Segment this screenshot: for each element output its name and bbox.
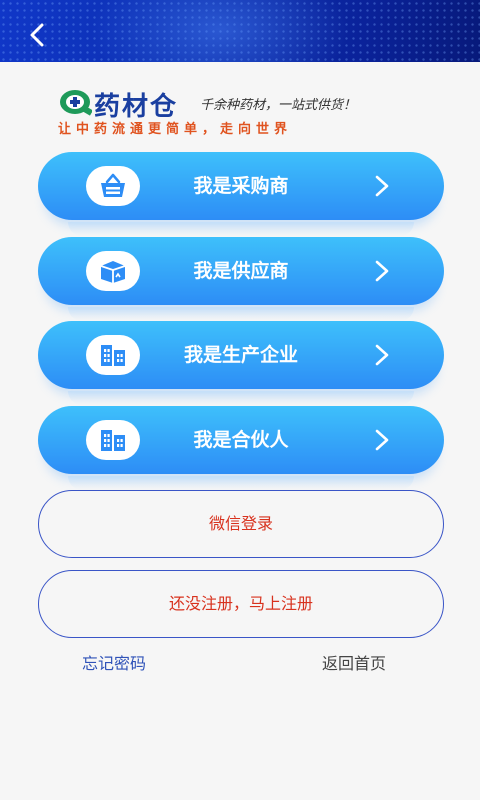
wechat-login-button[interactable]: 微信登录 <box>38 490 444 558</box>
partner-role-button[interactable]: 我是合伙人 <box>38 406 444 490</box>
forgot-password-link[interactable]: 忘记密码 <box>82 650 146 674</box>
manufacturer-role-button[interactable]: 我是生产企业 <box>38 321 444 405</box>
brand-subslogan: 让中药流通更简单，走向世界 <box>58 122 293 137</box>
top-bar <box>0 0 480 62</box>
chevron-right-icon <box>372 343 392 367</box>
buyer-role-button[interactable]: 我是采购商 <box>38 152 444 236</box>
chevron-right-icon <box>372 174 392 198</box>
logo-mark-icon <box>58 88 93 116</box>
back-home-link[interactable]: 返回首页 <box>322 650 386 674</box>
supplier-role-button[interactable]: 我是供应商 <box>38 237 444 321</box>
chevron-right-icon <box>372 259 392 283</box>
header-glow <box>90 0 350 62</box>
chevron-right-icon <box>372 428 392 452</box>
chevron-left-icon <box>30 23 44 47</box>
brand-logo: 药材仓 千余种药材，一站式供货！ 让中药流通更简单，走向世界 <box>58 88 418 138</box>
back-button[interactable] <box>22 20 52 50</box>
register-button[interactable]: 还没注册，马上注册 <box>38 570 444 638</box>
brand-slogan: 千余种药材，一站式供货！ <box>200 98 357 113</box>
